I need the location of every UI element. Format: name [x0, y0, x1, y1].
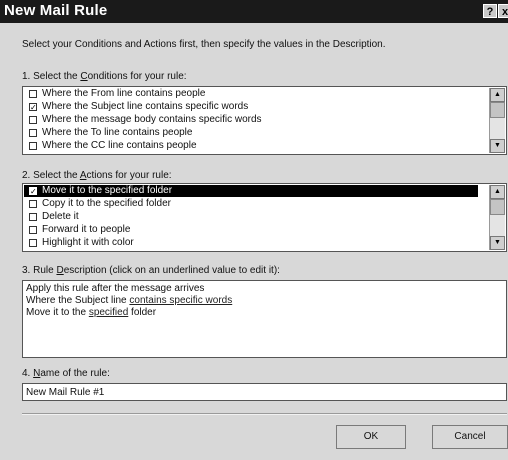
checkbox[interactable] [29, 90, 37, 98]
scroll-up-arrow-icon[interactable]: ▲ [490, 185, 505, 199]
rule-name-input[interactable] [22, 383, 507, 401]
description-header: 3. Rule Description (click on an underli… [22, 265, 280, 276]
checkmark-icon: ✓ [30, 187, 37, 196]
condition-item[interactable]: Where the To line contains people [24, 127, 478, 139]
checkbox[interactable]: ✓ [29, 187, 37, 196]
title-bar: New Mail Rule ? x [0, 0, 508, 23]
condition-label: Where the From line contains people [42, 88, 206, 99]
action-label: Highlight it with color [42, 237, 134, 248]
conditions-scrollbar[interactable]: ▲ ▼ [489, 88, 505, 153]
actions-header: 2. Select the Actions for your rule: [22, 170, 172, 181]
scroll-down-arrow-icon[interactable]: ▼ [490, 236, 505, 250]
window-title: New Mail Rule [4, 2, 108, 19]
intro-text: Select your Conditions and Actions first… [22, 39, 386, 50]
scroll-down-arrow-icon[interactable]: ▼ [490, 139, 505, 153]
actions-list[interactable]: ✓ Move it to the specified folder Copy i… [22, 183, 507, 252]
checkbox[interactable] [29, 116, 37, 124]
scroll-thumb[interactable] [490, 102, 505, 118]
contains-words-link[interactable]: contains specific words [129, 295, 232, 306]
condition-label: Where the Subject line contains specific… [42, 101, 249, 112]
description-line: Move it to the specified folder [26, 307, 157, 318]
condition-item[interactable]: Where the message body contains specific… [24, 114, 478, 126]
close-button[interactable]: x [498, 4, 508, 18]
checkbox[interactable] [29, 226, 37, 234]
checkmark-icon: ✓ [30, 103, 37, 112]
condition-item[interactable]: Where the From line contains people [24, 88, 478, 100]
action-item[interactable]: ✓ Move it to the specified folder [24, 185, 478, 197]
scroll-up-arrow-icon[interactable]: ▲ [490, 88, 505, 102]
checkbox[interactable] [29, 213, 37, 221]
conditions-header: 1. Select the Conditions for your rule: [22, 71, 187, 82]
checkbox[interactable]: ✓ [29, 103, 37, 112]
action-label: Forward it to people [42, 224, 131, 235]
condition-item[interactable]: ✓ Where the Subject line contains specif… [24, 101, 478, 113]
rule-description: Apply this rule after the message arrive… [22, 280, 507, 358]
description-line: Where the Subject line contains specific… [26, 295, 233, 306]
divider [22, 413, 507, 415]
checkbox[interactable] [29, 200, 37, 208]
action-item[interactable]: Copy it to the specified folder [24, 198, 478, 210]
action-label: Move it to the specified folder [42, 185, 173, 196]
cancel-button[interactable]: Cancel [432, 425, 508, 449]
condition-label: Where the To line contains people [42, 127, 193, 138]
checkbox[interactable] [29, 142, 37, 150]
action-item[interactable]: Delete it [24, 211, 478, 223]
description-line: Apply this rule after the message arrive… [26, 283, 205, 294]
action-item[interactable]: Highlight it with color [24, 237, 478, 249]
condition-item[interactable]: Where the CC line contains people [24, 140, 478, 152]
action-item[interactable]: Forward it to people [24, 224, 478, 236]
condition-label: Where the message body contains specific… [42, 114, 262, 125]
specified-folder-link[interactable]: specified [89, 307, 128, 318]
ok-button[interactable]: OK [336, 425, 406, 449]
checkbox[interactable] [29, 239, 37, 247]
scroll-thumb[interactable] [490, 199, 505, 215]
action-label: Delete it [42, 211, 79, 222]
action-label: Copy it to the specified folder [42, 198, 171, 209]
help-button[interactable]: ? [483, 4, 497, 18]
name-header: 4. Name of the rule: [22, 368, 110, 379]
actions-scrollbar[interactable]: ▲ ▼ [489, 185, 505, 250]
checkbox[interactable] [29, 129, 37, 137]
condition-label: Where the CC line contains people [42, 140, 197, 151]
conditions-list[interactable]: Where the From line contains people ✓ Wh… [22, 86, 507, 155]
